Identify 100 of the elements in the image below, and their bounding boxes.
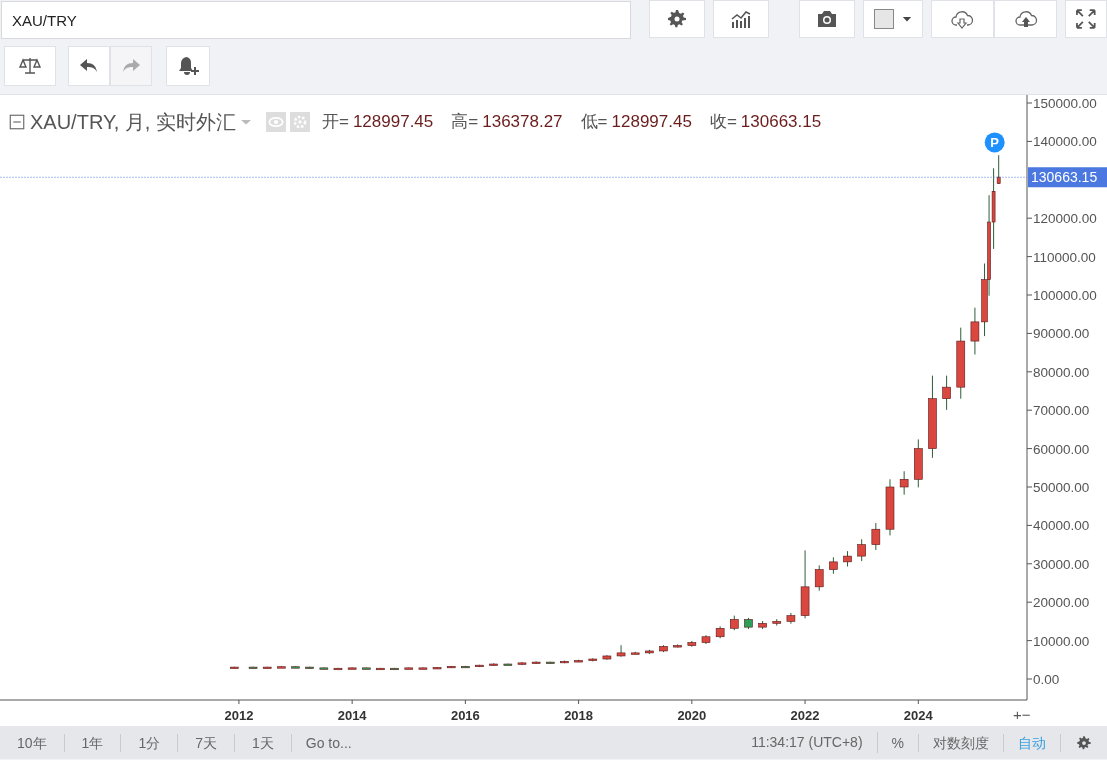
candlestick: [560, 660, 569, 664]
candlestick: [857, 538, 866, 562]
y-axis-label: 30000.00: [1033, 556, 1090, 572]
candlestick: [701, 634, 711, 645]
scale-option[interactable]: 对数刻度: [919, 733, 1004, 752]
settings-icon: [289, 112, 310, 132]
snapshot-button[interactable]: [799, 0, 856, 38]
candlestick: [347, 667, 357, 670]
candlestick: [277, 665, 286, 669]
ohlc-value: 128997.45: [352, 111, 434, 134]
candlestick: [744, 617, 753, 630]
candlestick: [772, 618, 782, 627]
x-axis-label: 2024: [903, 708, 933, 723]
x-axis-label: 2014: [337, 708, 367, 723]
fullscreen-button[interactable]: [1065, 0, 1107, 38]
candlestick: [885, 478, 895, 536]
candlestick: [630, 651, 640, 655]
price-tag: 130663.15: [1028, 167, 1107, 188]
y-axis-label: 140000.00: [1033, 134, 1097, 150]
alert-button[interactable]: [166, 46, 210, 86]
ohlc-label: 收=: [709, 111, 737, 134]
y-axis-label: 10000.00: [1033, 633, 1090, 649]
candlestick: [814, 564, 824, 592]
candlestick: [418, 667, 428, 670]
ohlc-label: 低=: [580, 111, 608, 134]
y-axis-label: 60000.00: [1033, 441, 1090, 457]
settings-button[interactable]: [649, 0, 706, 38]
collapse-icon: [8, 113, 26, 131]
scale-option[interactable]: %: [877, 733, 919, 752]
clock-text: 11:34:17 (UTC+8): [737, 732, 878, 753]
y-axis-label: 50000.00: [1033, 480, 1090, 495]
candlestick: [730, 615, 739, 631]
candlestick: [899, 470, 909, 496]
candlestick: [319, 667, 329, 670]
candlestick: [659, 644, 668, 653]
y-axis-label: 0.00: [1033, 672, 1060, 687]
candlestick: [404, 667, 414, 670]
ohlc-value: 128997.45: [611, 111, 692, 134]
candlestick: [461, 665, 470, 669]
candlestick: [588, 657, 598, 662]
candlestick: [475, 664, 484, 668]
candlestick: [333, 667, 343, 671]
range-button[interactable]: 10年: [0, 733, 65, 752]
candlestick: [446, 665, 456, 669]
ohlc-label: 开=: [321, 111, 349, 134]
ref-line-label: 130663.15: [1031, 169, 1098, 186]
candlestick: [390, 667, 399, 671]
indicators-button[interactable]: [713, 0, 770, 38]
compare-button[interactable]: [4, 46, 56, 86]
goto-button[interactable]: Go to...: [291, 733, 366, 752]
candlestick: [942, 375, 951, 411]
x-axis-label: 2012: [224, 708, 254, 723]
eye-icon: [265, 112, 286, 132]
y-axis-label: 20000.00: [1033, 595, 1090, 611]
candlestick: [432, 666, 442, 670]
color-picker-button[interactable]: [863, 0, 923, 38]
download-button[interactable]: [930, 0, 995, 38]
candlestick: [602, 654, 612, 661]
range-button[interactable]: 1天: [234, 733, 292, 752]
fullscreen-icon: [1074, 7, 1098, 31]
x-axis-label: 2022: [790, 708, 820, 723]
candlestick: [489, 662, 498, 667]
candlestick: [687, 640, 697, 648]
series-title: XAU/TRY, 月, 实时外汇: [30, 110, 236, 135]
candlestick: [645, 649, 654, 655]
candlestick: [800, 549, 810, 619]
y-axis-label: 40000.00: [1033, 518, 1090, 534]
range-button[interactable]: 7天: [178, 733, 235, 752]
candlestick: [503, 663, 513, 666]
range-button[interactable]: 1分: [121, 733, 179, 752]
candlestick: [914, 438, 923, 488]
candlestick: [829, 556, 838, 575]
candlestick: [262, 666, 272, 669]
candlestick: [376, 667, 385, 671]
symbol-field[interactable]: XAU/TRY: [1, 1, 632, 39]
ohlc-value: 136378.27: [482, 111, 563, 134]
candlestick: [574, 659, 583, 663]
y-axis-label: 110000.00: [1033, 249, 1096, 265]
y-axis-label: 150000.00: [1033, 96, 1097, 111]
y-axis-label: 90000.00: [1033, 326, 1090, 342]
y-axis-label: 70000.00: [1033, 403, 1090, 419]
upload-button[interactable]: [994, 0, 1058, 38]
y-axis-label: 100000.00: [1033, 288, 1097, 303]
range-button[interactable]: 1年: [64, 733, 122, 752]
candlestick: [362, 667, 371, 670]
scale-zoom-control[interactable]: +−: [1013, 706, 1031, 723]
candlestick: [871, 522, 881, 551]
candlestick: [843, 550, 852, 567]
undo-button[interactable]: [68, 46, 110, 86]
candlestick: [673, 643, 682, 648]
candlestick: [546, 661, 555, 664]
candlestick: [517, 661, 527, 666]
y-axis-label: 120000.00: [1033, 211, 1097, 227]
bell-plus-icon: [176, 54, 200, 78]
candlestick: [786, 612, 796, 625]
candlestick: [305, 666, 314, 669]
color-swatch: [874, 9, 895, 29]
candlestick: [758, 620, 767, 630]
caret-icon: [902, 14, 913, 24]
marker-badge[interactable]: P: [984, 132, 1005, 153]
